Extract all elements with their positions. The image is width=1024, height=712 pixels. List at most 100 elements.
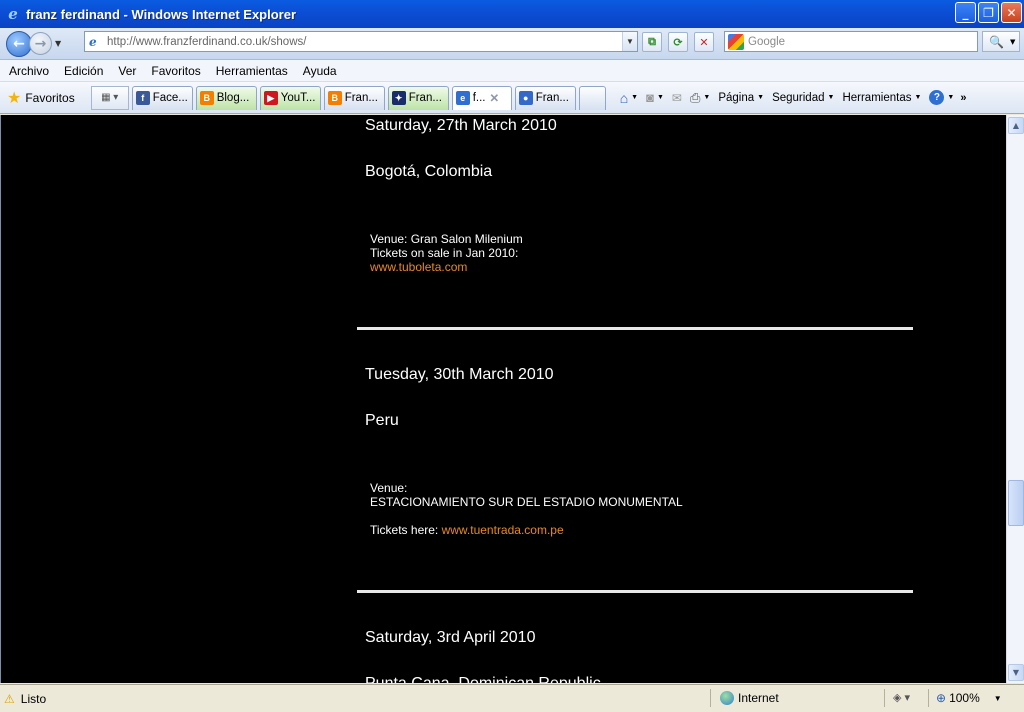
rss-icon: ◙ — [646, 90, 654, 105]
tickets-link[interactable]: www.tuentrada.com.pe — [442, 523, 564, 537]
address-dropdown-icon[interactable]: ▼ — [622, 32, 637, 51]
close-tab-icon[interactable]: ✕ — [489, 91, 499, 105]
tickets-line: Tickets on sale in Jan 2010: — [370, 246, 519, 260]
safety-menu-label: Seguridad — [772, 91, 825, 104]
menu-herramientas[interactable]: Herramientas — [216, 64, 288, 78]
tab-franz-star[interactable]: ✦ Fran... — [387, 85, 449, 110]
home-button[interactable]: ⌂ ▼ — [620, 90, 638, 106]
restore-button[interactable]: ❐ — [978, 2, 999, 23]
show-entry: Saturday, 27th March 2010 Bogotá, Colomb… — [365, 117, 557, 274]
close-button[interactable]: ✕ — [1001, 2, 1022, 23]
history-dropdown-icon[interactable]: ▼ — [55, 39, 67, 48]
magnifier-icon: 🔍 — [989, 34, 1004, 49]
status-bar: ⚠ Listo Internet ◈ ▾ ⊕ 100% ▼ — [0, 684, 1024, 712]
arrow-right-icon: → — [34, 35, 47, 52]
menu-edicion[interactable]: Edición — [64, 64, 103, 78]
favorites-button[interactable]: Favoritos — [25, 91, 74, 105]
scroll-down-button[interactable]: ▼ — [1008, 664, 1024, 681]
zoom-control[interactable]: ⊕ 100% ▼ — [936, 691, 1002, 705]
quick-tabs-button[interactable]: ▦ ▾ — [90, 85, 129, 110]
vertical-scrollbar[interactable]: ▲ ▼ — [1006, 115, 1024, 683]
stop-button[interactable]: ✕ — [694, 32, 714, 52]
status-divider — [884, 689, 885, 707]
page-icon: e — [89, 34, 97, 49]
tab-youtube[interactable]: ▶ YouT... — [259, 85, 321, 110]
tab-label: Fran... — [535, 92, 569, 104]
arrow-left-icon: ← — [13, 35, 25, 52]
minimize-button[interactable]: _ — [955, 2, 976, 23]
status-divider — [710, 689, 711, 707]
help-button[interactable]: ? ▼ — [929, 90, 954, 105]
navigation-bar: ← → ▼ e http://www.franzferdinand.co.uk /… — [0, 28, 1024, 60]
tab-franz-people[interactable]: ● Fran... — [514, 85, 576, 110]
page-menu-label: Página — [718, 91, 755, 104]
tab-blogger[interactable]: B Blog... — [195, 85, 257, 110]
tab-franz-ferdinand-active[interactable]: e f... ✕ — [451, 85, 512, 110]
warning-icon: ⚠ — [4, 691, 15, 706]
tab-franz-blogger[interactable]: B Fran... — [323, 85, 385, 110]
page-menu-button[interactable]: Página ▼ — [718, 92, 764, 104]
scroll-up-button[interactable]: ▲ — [1008, 117, 1024, 134]
chevron-down-icon: ▼ — [827, 94, 835, 101]
tickets-link[interactable]: www.tuboleta.com — [370, 260, 467, 274]
globe-icon — [720, 691, 734, 705]
tab-label: Face... — [152, 92, 188, 104]
search-box[interactable]: Google — [724, 31, 978, 52]
tab-label: YouT... — [280, 92, 316, 104]
stop-icon: ✕ — [699, 35, 709, 49]
show-info: Venue: Gran Salon Milenium Tickets on sa… — [370, 232, 557, 274]
status-text: Listo — [20, 691, 47, 706]
show-city: Punta Cana, Dominican Republic — [365, 675, 601, 683]
ie-page-icon: e — [455, 91, 470, 105]
show-date: Tuesday, 30th March 2010 — [365, 366, 554, 383]
more-commands-icon[interactable]: » — [960, 92, 966, 104]
tab-facebook[interactable]: f Face... — [131, 85, 193, 110]
tab-label: Fran... — [344, 92, 378, 104]
scroll-thumb[interactable] — [1008, 480, 1024, 526]
mail-button[interactable]: ✉ — [672, 91, 682, 105]
new-tab-button[interactable] — [578, 85, 606, 110]
security-zone[interactable]: Internet — [720, 691, 779, 705]
favorites-star-icon: ★ — [7, 89, 22, 107]
forward-button[interactable]: → — [29, 32, 52, 55]
search-button[interactable]: 🔍 ▼ — [982, 31, 1020, 52]
show-entry: Saturday, 3rd April 2010 Punta Cana, Dom… — [365, 629, 601, 683]
menu-favoritos[interactable]: Favoritos — [151, 64, 200, 78]
url-path: /shows/ — [267, 35, 307, 48]
venue-name: ESTACIONAMIENTO SUR DEL ESTADIO MONUMENT… — [370, 495, 683, 509]
section-divider — [357, 590, 913, 593]
mail-icon: ✉ — [671, 90, 682, 105]
facebook-icon: f — [135, 91, 150, 105]
tab-label: f... — [472, 92, 486, 104]
show-date: Saturday, 3rd April 2010 — [365, 629, 536, 646]
protected-mode-icon[interactable]: ◈ ▾ — [893, 691, 910, 704]
refresh-button[interactable]: ⟳ — [668, 32, 688, 52]
safety-menu-button[interactable]: Seguridad ▼ — [772, 92, 834, 104]
menu-archivo[interactable]: Archivo — [9, 64, 49, 78]
compatibility-view-button[interactable]: ⧉ — [642, 32, 662, 52]
menu-ayuda[interactable]: Ayuda — [303, 64, 337, 78]
address-bar[interactable]: e http://www.franzferdinand.co.uk/shows/… — [84, 31, 638, 52]
quick-tabs-icon: ▦ ▾ — [101, 92, 119, 103]
youtube-icon: ▶ — [263, 91, 278, 105]
zoom-icon: ⊕ — [936, 691, 947, 705]
page-content: Saturday, 27th March 2010 Bogotá, Colomb… — [0, 115, 1006, 683]
print-button[interactable]: ⎙ ▼ — [690, 90, 710, 106]
chevron-down-icon: ▼ — [914, 94, 922, 101]
tab-label: Blog... — [216, 92, 250, 104]
feeds-button[interactable]: ◙ ▼ — [646, 90, 664, 105]
compatibility-icon: ⧉ — [648, 35, 656, 48]
venue-line: Venue: Gran Salon Milenium — [370, 232, 523, 246]
window-title: franz ferdinand - Windows Internet Explo… — [26, 6, 297, 22]
show-date: Saturday, 27th March 2010 — [365, 117, 557, 134]
chevron-down-icon: ▼ — [947, 94, 955, 101]
chevron-down-icon: ▼ — [703, 94, 711, 101]
show-city: Bogotá, Colombia — [365, 163, 493, 180]
zoom-dropdown-icon[interactable]: ▼ — [994, 694, 1002, 703]
tools-menu-button[interactable]: Herramientas ▼ — [842, 92, 921, 104]
search-options-icon[interactable]: ▼ — [1010, 38, 1015, 46]
show-city: Peru — [365, 412, 399, 429]
menu-ver[interactable]: Ver — [118, 64, 136, 78]
show-entry: Tuesday, 30th March 2010 Peru Venue: EST… — [365, 366, 683, 537]
help-icon: ? — [929, 90, 945, 105]
